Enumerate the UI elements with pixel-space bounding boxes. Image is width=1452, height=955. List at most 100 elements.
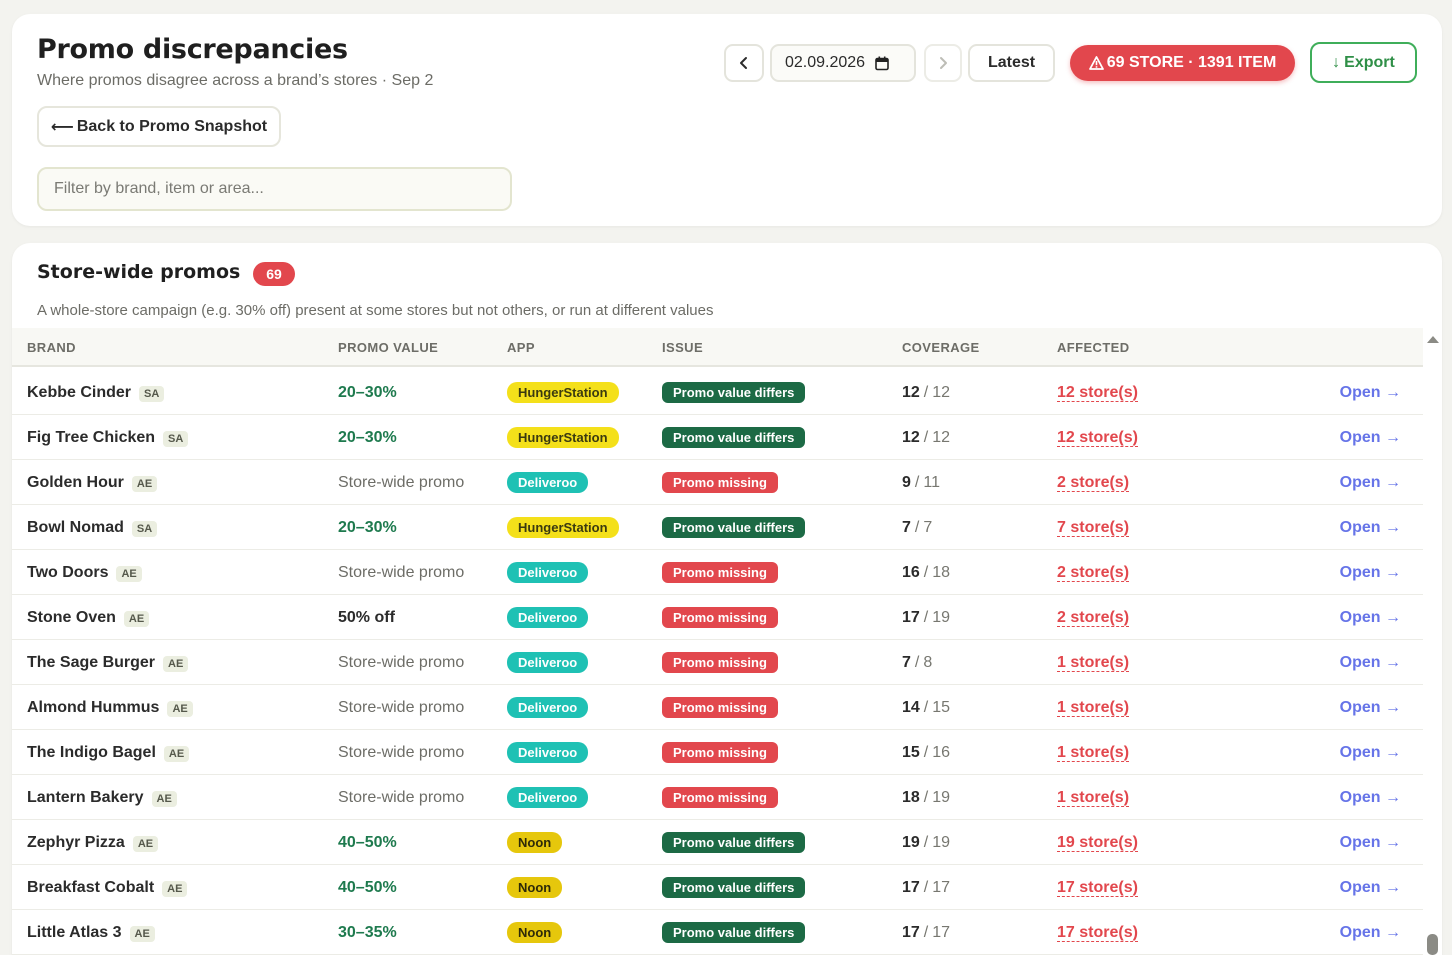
- coverage-separator: /: [914, 653, 920, 671]
- table-scrollbar[interactable]: [1423, 330, 1442, 955]
- region-badge: AE: [163, 656, 189, 672]
- scroll-up-arrow-icon[interactable]: [1427, 336, 1439, 343]
- affected-stores-link[interactable]: 1 store(s): [1057, 699, 1130, 717]
- app-badge: Noon: [507, 922, 563, 943]
- affected-cell: 1 store(s): [1057, 775, 1130, 820]
- issue-cell: Promo value differs: [662, 820, 806, 865]
- brand-name: The Sage Burger: [27, 653, 156, 671]
- open-row-link[interactable]: Open →: [1340, 550, 1401, 595]
- brand-name: Little Atlas 3: [27, 923, 122, 941]
- coverage-separator: /: [923, 743, 929, 761]
- affected-stores-link[interactable]: 17 store(s): [1057, 924, 1138, 942]
- affected-stores-link[interactable]: 1 store(s): [1057, 654, 1130, 672]
- coverage-separator: /: [923, 833, 929, 851]
- coverage-separator: /: [923, 923, 929, 941]
- table-row: Bowl Nomad SA 20–30% HungerStation Promo val…: [12, 505, 1423, 550]
- open-row-link[interactable]: Open →: [1340, 370, 1401, 415]
- coverage-count: 17: [902, 878, 920, 896]
- column-header-issue: ISSUE: [662, 340, 704, 355]
- column-header-coverage: COVERAGE: [902, 340, 980, 355]
- brand-cell: The Indigo Bagel AE: [27, 730, 190, 775]
- open-row-link[interactable]: Open →: [1340, 820, 1401, 865]
- coverage-total: 12: [932, 428, 951, 446]
- coverage-separator: /: [923, 428, 929, 446]
- app-badge: Deliveroo: [507, 652, 589, 673]
- app-cell: Deliveroo: [507, 775, 589, 820]
- open-row-link[interactable]: Open →: [1340, 640, 1401, 685]
- coverage-total: 11: [923, 473, 940, 491]
- brand-cell: Breakfast Cobalt AE: [27, 865, 188, 910]
- date-input[interactable]: 02.09.2026: [770, 44, 916, 82]
- issue-badge: Promo missing: [662, 562, 778, 583]
- coverage-separator: /: [914, 518, 920, 536]
- coverage-cell: 17/17: [902, 865, 950, 910]
- open-row-link[interactable]: Open →: [1340, 460, 1401, 505]
- affected-cell: 2 store(s): [1057, 460, 1130, 505]
- affected-stores-link[interactable]: 12 store(s): [1057, 429, 1138, 447]
- export-button[interactable]: ↓ Export: [1310, 42, 1417, 83]
- affected-cell: 1 store(s): [1057, 730, 1130, 775]
- table-row: Fig Tree Chicken SA 20–30% HungerStation Pro…: [12, 415, 1423, 460]
- brand-name: The Indigo Bagel: [27, 743, 156, 761]
- affected-cell: 2 store(s): [1057, 595, 1130, 640]
- brand-cell: The Sage Burger AE: [27, 640, 189, 685]
- affected-stores-link[interactable]: 19 store(s): [1057, 834, 1138, 852]
- coverage-total: 8: [923, 653, 933, 671]
- discrepancy-summary-badge[interactable]: 69 STORE · 1391 ITEM: [1070, 45, 1295, 81]
- affected-stores-link[interactable]: 2 store(s): [1057, 609, 1130, 627]
- app-badge: Noon: [507, 877, 563, 898]
- table-row: Golden Hour AE Store-wide promo Deliveroo Pr…: [12, 460, 1423, 505]
- coverage-count: 17: [902, 608, 920, 626]
- promo-value: 30–35%: [338, 923, 397, 941]
- latest-button[interactable]: Latest: [968, 44, 1055, 82]
- open-row-link[interactable]: Open →: [1340, 730, 1401, 775]
- open-row-link[interactable]: Open →: [1340, 865, 1401, 910]
- calendar-icon[interactable]: [875, 56, 889, 71]
- coverage-cell: 14/15: [902, 685, 950, 730]
- affected-cell: 1 store(s): [1057, 685, 1130, 730]
- coverage-total: 7: [923, 518, 933, 536]
- open-row-link[interactable]: Open →: [1340, 505, 1401, 550]
- brand-cell: Zephyr Pizza AE: [27, 820, 159, 865]
- coverage-cell: 7/7: [902, 505, 932, 550]
- promo-value: Store-wide promo: [338, 563, 465, 581]
- affected-stores-link[interactable]: 7 store(s): [1057, 519, 1130, 537]
- affected-cell: 12 store(s): [1057, 370, 1138, 415]
- app-badge: Deliveroo: [507, 472, 589, 493]
- coverage-count: 12: [902, 428, 920, 446]
- chevron-left-icon: [740, 57, 747, 69]
- open-row-link[interactable]: Open →: [1340, 910, 1401, 955]
- affected-cell: 12 store(s): [1057, 415, 1138, 460]
- affected-stores-link[interactable]: 1 store(s): [1057, 789, 1130, 807]
- region-badge: AE: [131, 476, 158, 492]
- brand-name: Two Doors: [27, 563, 109, 581]
- table-row: Stone Oven AE 50% off Deliveroo Promo missin…: [12, 595, 1423, 640]
- affected-stores-link[interactable]: 2 store(s): [1057, 474, 1130, 492]
- coverage-cell: 12/12: [902, 370, 950, 415]
- issue-cell: Promo value differs: [662, 505, 806, 550]
- coverage-cell: 9/11: [902, 460, 940, 505]
- affected-stores-link[interactable]: 17 store(s): [1057, 879, 1138, 897]
- app-badge: Deliveroo: [507, 787, 589, 808]
- affected-stores-link[interactable]: 2 store(s): [1057, 564, 1130, 582]
- table-row: Breakfast Cobalt AE 40–50% Noon Promo value …: [12, 865, 1423, 910]
- section-description: A whole-store campaign (e.g. 30% off) pr…: [37, 302, 714, 319]
- filter-input[interactable]: [37, 167, 512, 211]
- scroll-thumb[interactable]: [1427, 934, 1438, 955]
- open-row-link[interactable]: Open →: [1340, 595, 1401, 640]
- app-cell: Deliveroo: [507, 730, 589, 775]
- open-row-link[interactable]: Open →: [1340, 415, 1401, 460]
- arrow-left-icon: ⟵: [50, 118, 74, 136]
- issue-cell: Promo value differs: [662, 415, 806, 460]
- affected-stores-link[interactable]: 12 store(s): [1057, 384, 1138, 402]
- table-row: The Sage Burger AE Store-wide promo Deliver…: [12, 640, 1423, 685]
- coverage-separator: /: [923, 383, 929, 401]
- open-row-link[interactable]: Open →: [1340, 775, 1401, 820]
- previous-date-button[interactable]: [724, 44, 764, 82]
- next-date-button[interactable]: [924, 44, 962, 82]
- affected-stores-link[interactable]: 1 store(s): [1057, 744, 1130, 762]
- back-to-promo-snapshot-button[interactable]: ⟵ Back to Promo Snapshot: [37, 106, 281, 147]
- coverage-total: 18: [932, 563, 951, 581]
- open-row-link[interactable]: Open →: [1340, 685, 1401, 730]
- issue-cell: Promo missing: [662, 595, 778, 640]
